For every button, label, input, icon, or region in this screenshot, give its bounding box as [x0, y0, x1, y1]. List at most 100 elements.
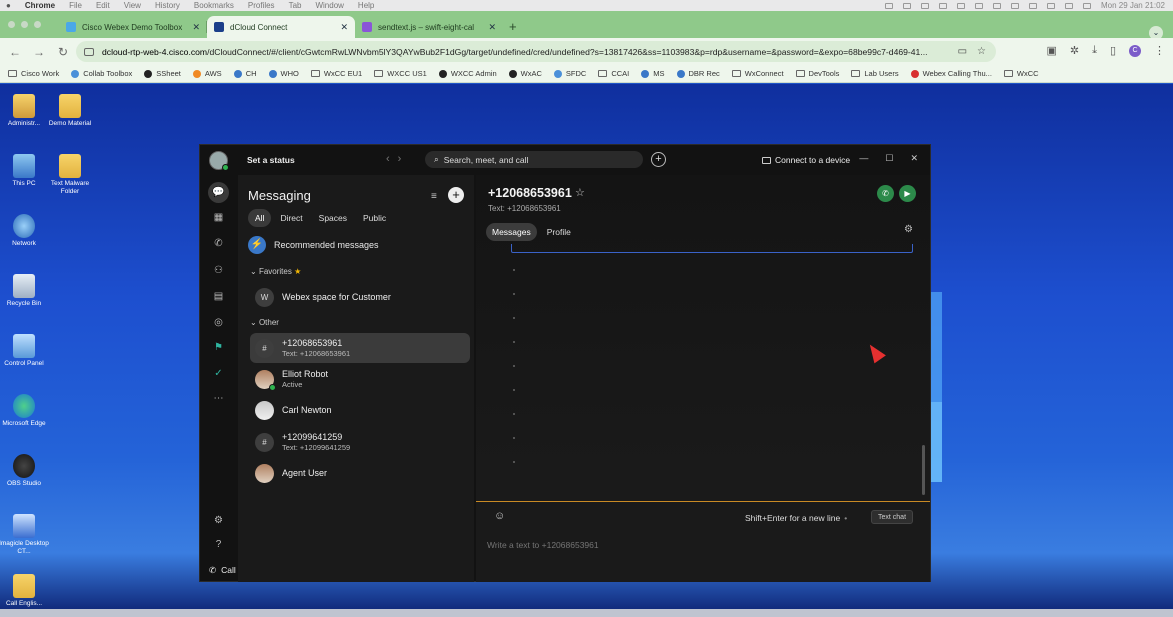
puzzle-icon[interactable]: ✲ [1070, 44, 1079, 57]
desktop-icon[interactable]: Recycle Bin [0, 274, 52, 308]
status-icon[interactable] [1082, 2, 1091, 9]
status-icon[interactable] [1028, 2, 1037, 9]
menu-history[interactable]: History [155, 1, 180, 10]
video-call-icon[interactable]: ▶ [899, 185, 916, 202]
check-icon[interactable]: ✓ [212, 367, 225, 380]
settings-icon[interactable]: ⚙ [212, 514, 225, 527]
menu-tab[interactable]: Tab [289, 1, 302, 10]
bookmark-item[interactable]: Cisco Work [8, 69, 59, 78]
bookmark-item[interactable]: WXCC Admin [438, 69, 497, 78]
list-item-selected[interactable]: # +12068653961 Text: +12068653961 [250, 333, 470, 363]
close-icon[interactable]: ✕ [192, 22, 200, 33]
desktop-icon[interactable]: Control Panel [0, 334, 52, 368]
sidepanel-icon[interactable]: ▯ [1110, 44, 1116, 57]
list-item[interactable]: W Webex space for Customer [250, 282, 470, 312]
filter-public[interactable]: Public [356, 209, 393, 227]
set-status[interactable]: Set a status [247, 155, 295, 165]
new-tab-button[interactable]: + [509, 16, 517, 38]
status-icon[interactable] [902, 2, 911, 9]
audio-call-icon[interactable]: ✆ [877, 185, 894, 202]
voicemail-icon[interactable]: ◎ [212, 316, 225, 329]
bookmark-star-icon[interactable]: ☆ [977, 46, 986, 57]
bookmark-item[interactable]: WxAC [508, 69, 542, 78]
filter-direct[interactable]: Direct [273, 209, 309, 227]
status-icon[interactable] [974, 2, 983, 9]
address-bar[interactable]: dcloud-rtp-web-4.cisco.com/dCloudConnect… [76, 41, 996, 62]
connect-device-button[interactable]: Connect to a device [762, 155, 850, 165]
desktop-icon[interactable]: Demo Material [42, 94, 98, 128]
teams-icon[interactable]: ⚇ [212, 264, 225, 277]
bookmark-item[interactable]: WxCC [1003, 69, 1039, 78]
close-icon[interactable]: ✕ [910, 153, 918, 164]
filter-all[interactable]: All [248, 209, 272, 227]
bookmark-item[interactable]: WHO [268, 69, 299, 78]
menu-clock[interactable]: Mon 29 Jan 21:02 [1101, 1, 1165, 10]
user-avatar[interactable] [209, 151, 229, 171]
bookmark-item[interactable]: CCAI [598, 69, 629, 78]
list-item[interactable]: Carl Newton [250, 395, 470, 425]
contacts-icon[interactable]: ▤ [212, 290, 225, 303]
bookmark-item[interactable]: DBR Rec [676, 69, 720, 78]
menu-view[interactable]: View [124, 1, 141, 10]
forward-icon[interactable]: → [32, 45, 46, 59]
back-icon[interactable]: ‹ [386, 153, 398, 165]
bookmark-item[interactable]: WxConnect [731, 69, 784, 78]
status-icon[interactable] [884, 2, 893, 9]
url-text[interactable]: dcloud-rtp-web-4.cisco.com/dCloudConnect… [102, 47, 950, 57]
bookmark-item[interactable]: SFDC [553, 69, 586, 78]
bookmark-item[interactable]: WxCC EU1 [310, 69, 362, 78]
menu-bookmarks[interactable]: Bookmarks [194, 1, 234, 10]
messaging-icon[interactable]: 💬 [208, 182, 229, 203]
filter-icon[interactable]: ≡ [431, 191, 437, 202]
menu-file[interactable]: File [69, 1, 82, 10]
status-icon[interactable] [956, 2, 965, 9]
help-icon[interactable]: ? [212, 538, 225, 551]
conversation-settings-icon[interactable]: ⚙ [904, 224, 913, 235]
back-icon[interactable]: ← [8, 45, 22, 59]
bookmark-item[interactable]: MS [641, 69, 665, 78]
desktop-icon[interactable]: Network [0, 214, 52, 248]
apple-icon[interactable]: ● [6, 1, 11, 10]
status-icon[interactable] [920, 2, 929, 9]
browser-tab[interactable]: Cisco Webex Demo Toolbox ✕ [59, 16, 207, 38]
bookmark-item[interactable]: AWS [192, 69, 222, 78]
bookmark-item[interactable]: WXCC US1 [374, 69, 427, 78]
desktop-icon[interactable]: Imagicle Desktop CT... [0, 514, 52, 556]
list-item[interactable]: Agent User [250, 458, 470, 488]
scrollbar[interactable] [922, 445, 925, 495]
status-icon[interactable] [992, 2, 1001, 9]
maximize-icon[interactable]: ☐ [885, 153, 893, 164]
emoji-icon[interactable]: ☺ [494, 510, 505, 522]
menu-help[interactable]: Help [358, 1, 374, 10]
list-item[interactable]: # +12099641259 Text: +12099641259 [250, 427, 470, 457]
bookmark-item[interactable]: Lab Users [851, 69, 899, 78]
close-icon[interactable]: ✕ [488, 22, 496, 33]
status-icon[interactable] [1046, 2, 1055, 9]
desktop-icon[interactable]: OBS Studio [0, 454, 52, 488]
bookmark-item[interactable]: SSheet [144, 69, 181, 78]
minimize-dot-icon[interactable] [21, 21, 28, 28]
status-icon[interactable] [938, 2, 947, 9]
bookmark-item[interactable]: Collab Toolbox [71, 69, 132, 78]
menu-edit[interactable]: Edit [96, 1, 110, 10]
bookmark-item[interactable]: DevTools [795, 69, 839, 78]
flag-icon[interactable]: ⚑ [212, 341, 225, 354]
app-menu[interactable]: Chrome [25, 1, 55, 10]
recommended-messages[interactable]: ⚡ Recommended messages [248, 236, 379, 254]
status-icon[interactable] [1010, 2, 1019, 9]
menu-kebab-icon[interactable]: ⋮ [1154, 44, 1165, 57]
extension-icon[interactable]: ▣ [1046, 44, 1056, 57]
menu-profiles[interactable]: Profiles [248, 1, 275, 10]
bookmark-item[interactable]: CH [233, 69, 257, 78]
site-info-icon[interactable] [84, 47, 94, 56]
message-input[interactable] [487, 540, 907, 550]
menu-window[interactable]: Window [315, 1, 343, 10]
profile-avatar[interactable]: C [1129, 44, 1141, 57]
minimize-icon[interactable]: — [859, 153, 868, 164]
favorite-star-icon[interactable]: ☆ [575, 186, 585, 199]
other-section[interactable]: ⌄ Other [250, 318, 279, 327]
tab-messages[interactable]: Messages [486, 223, 537, 241]
new-message-button[interactable]: + [448, 187, 464, 203]
desktop-icon[interactable]: Call Englis... [0, 574, 52, 608]
desktop-icon[interactable]: Microsoft Edge [0, 394, 52, 428]
